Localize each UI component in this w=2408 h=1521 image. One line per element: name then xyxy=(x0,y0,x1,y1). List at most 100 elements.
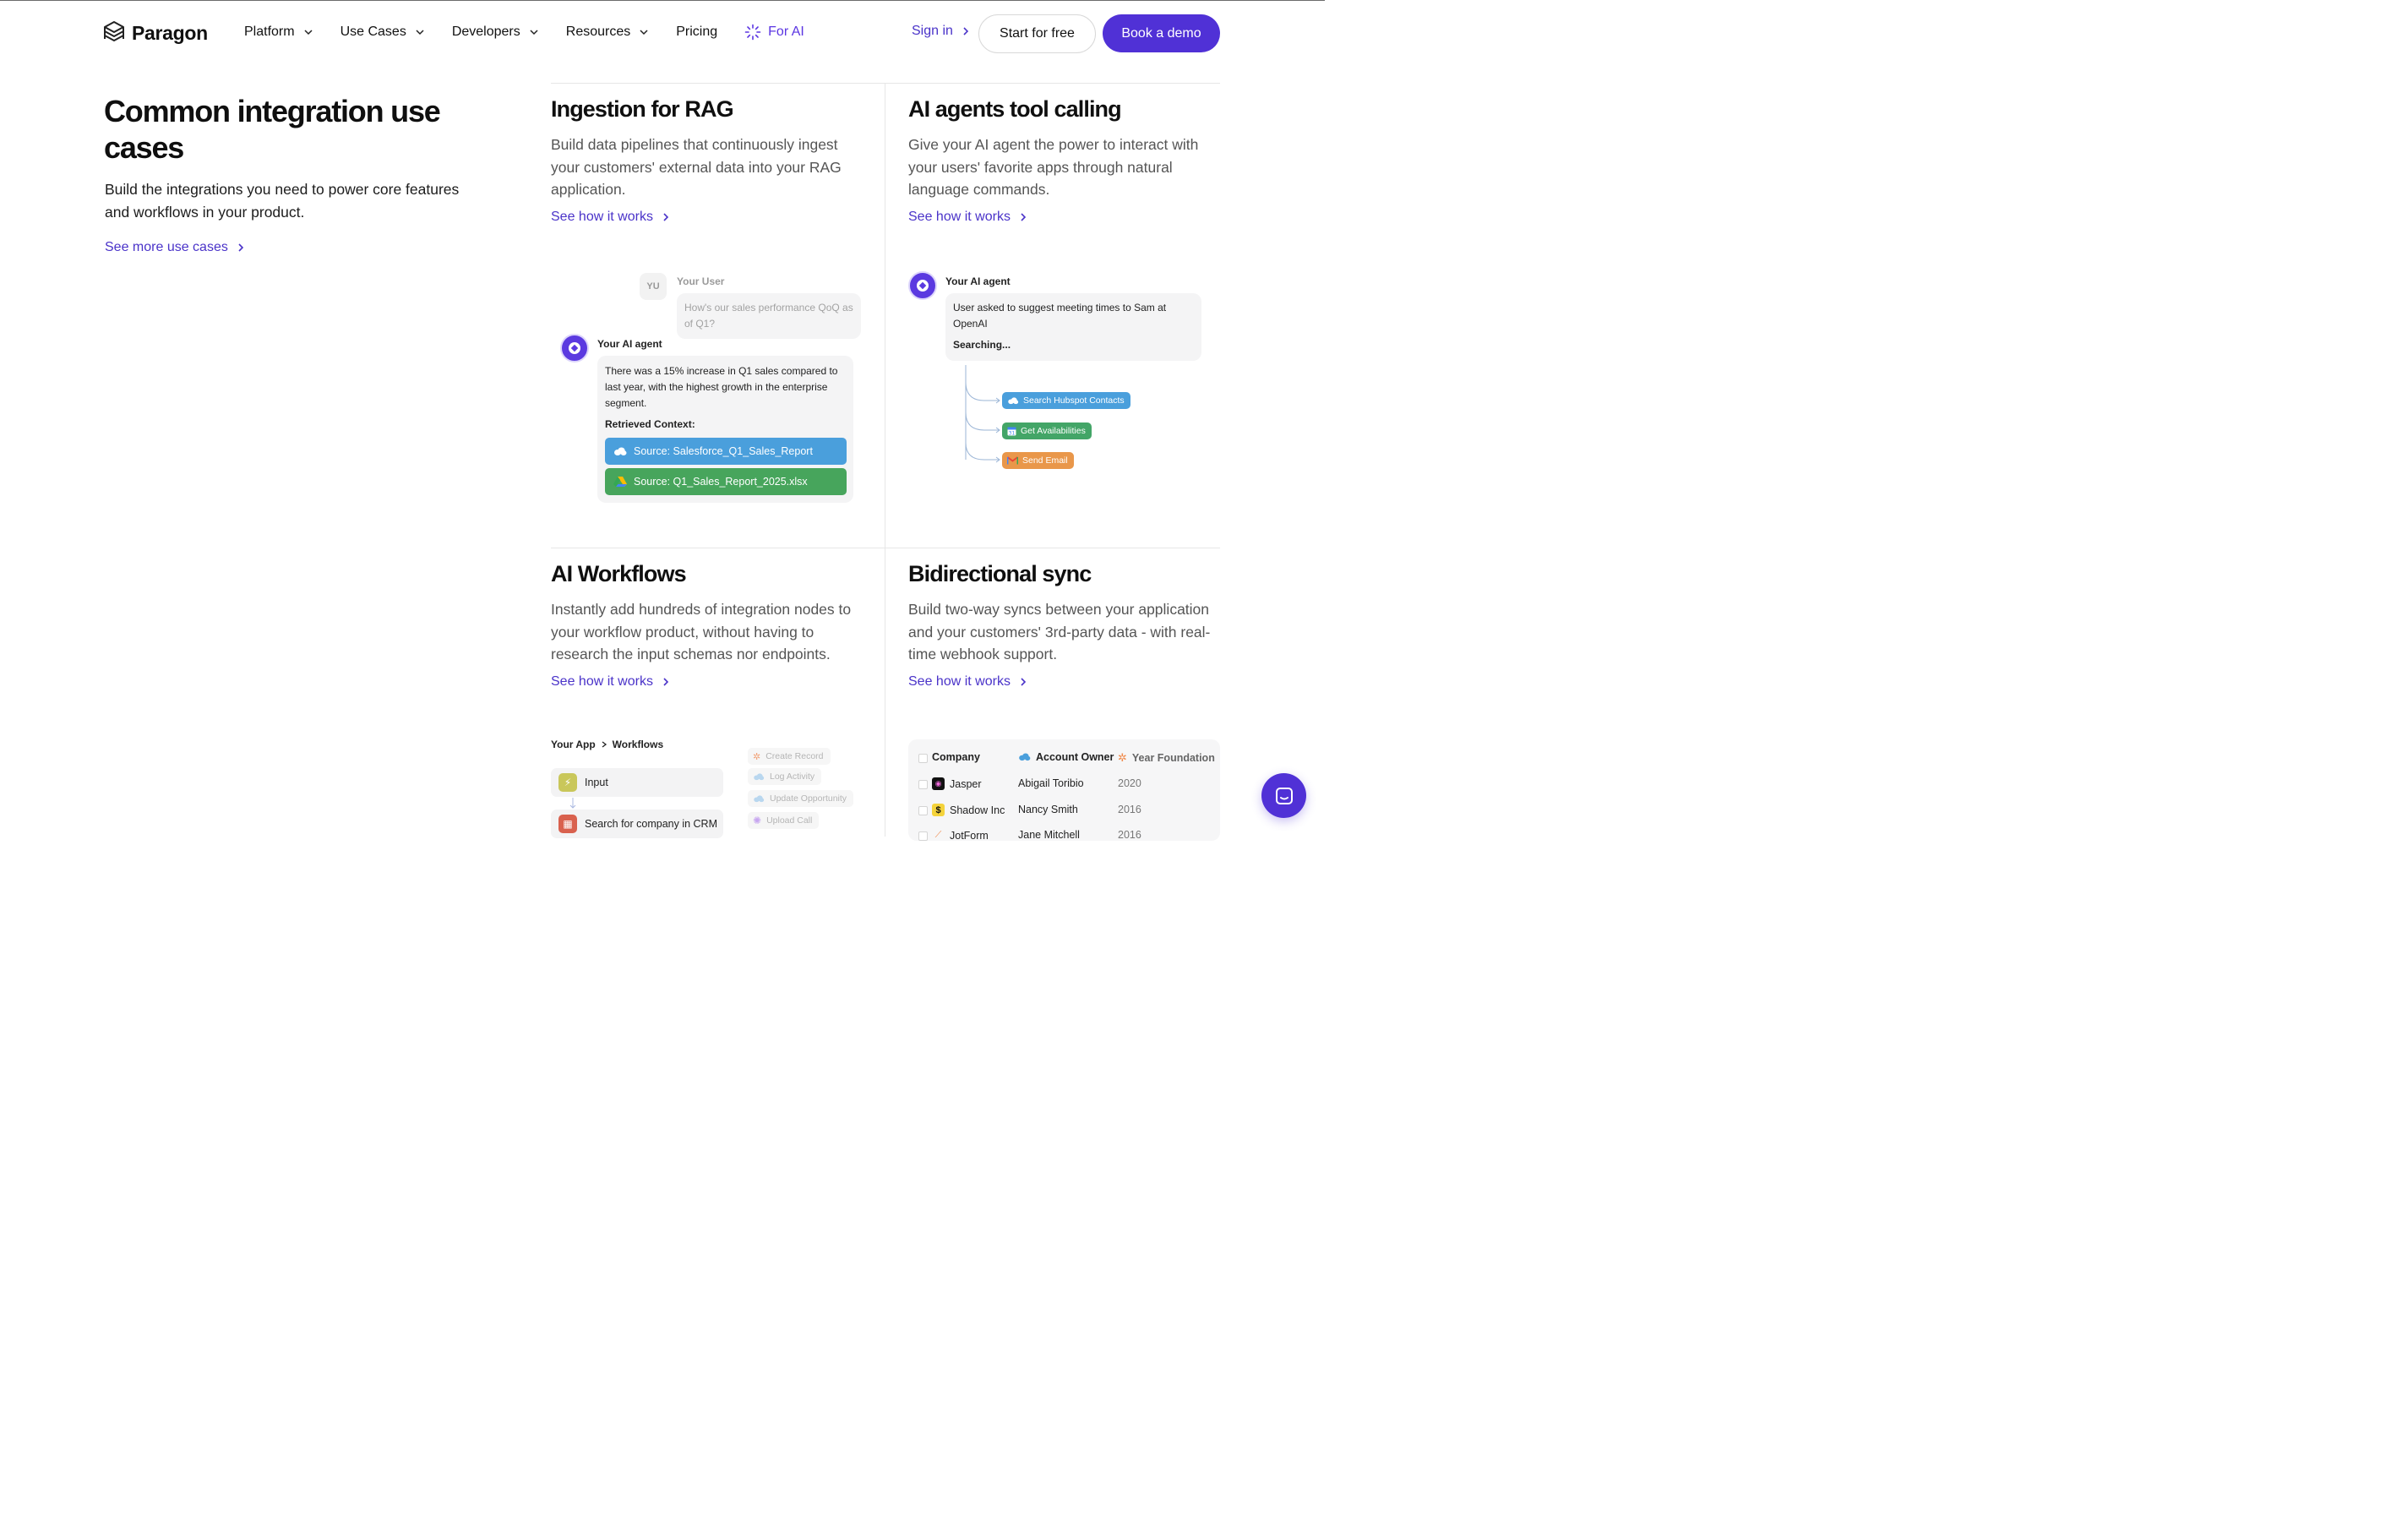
tool-send-email[interactable]: Send Email xyxy=(1002,452,1074,469)
shadow-logo-icon: $ xyxy=(932,804,945,816)
see-more-use-cases-link[interactable]: See more use cases xyxy=(105,240,245,255)
ghost-action-create-record: ✲ Create Record xyxy=(748,748,831,765)
tool-get-availabilities[interactable]: 31 Get Availabilities xyxy=(1002,422,1092,439)
paragon-logo-icon xyxy=(104,21,124,41)
chat-launcher-button[interactable] xyxy=(1261,773,1306,818)
row-company: ◉ Jasper xyxy=(932,777,982,790)
company-name: Shadow Inc xyxy=(950,804,1005,816)
section-description: Build the integrations you need to power… xyxy=(105,181,460,221)
nav-item-use-cases[interactable]: Use Cases xyxy=(340,25,425,40)
section-title: Common integration use cases xyxy=(104,94,441,165)
agent-label: Your AI agent xyxy=(597,338,662,350)
node-connector-arrow xyxy=(569,798,576,809)
chevron-down-icon xyxy=(416,30,424,35)
agent-message: User asked to suggest meeting times to S… xyxy=(953,302,1167,330)
lightning-icon: ⚡ xyxy=(558,773,577,792)
agent-message: There was a 15% increase in Q1 sales com… xyxy=(605,365,838,409)
agents-see-how-link[interactable]: See how it works xyxy=(908,210,1027,225)
row-company: ⟋ JotForm xyxy=(932,829,989,842)
svg-text:31: 31 xyxy=(1009,430,1016,436)
nav-item-label: Resources xyxy=(565,25,631,39)
gmail-icon xyxy=(1007,456,1018,465)
row-year: 2016 xyxy=(1118,829,1141,841)
grid-divider-top xyxy=(551,83,1220,84)
card-description-rag: Build data pipelines that continuously i… xyxy=(551,136,842,198)
row-checkbox[interactable] xyxy=(918,806,928,815)
tool-label: Get Availabilities xyxy=(1021,426,1086,436)
card-title-rag: Ingestion for RAG xyxy=(551,96,734,122)
nav-item-developers[interactable]: Developers xyxy=(452,25,539,40)
ghost-label: Upload Call xyxy=(766,815,813,826)
select-all-checkbox[interactable] xyxy=(918,754,928,763)
chat-bubble-icon xyxy=(1275,787,1293,804)
chevron-right-icon xyxy=(602,741,607,748)
sync-see-how-link[interactable]: See how it works xyxy=(908,674,1027,690)
start-for-free-button[interactable]: Start for free xyxy=(978,14,1096,53)
agent-label: Your AI agent xyxy=(945,275,1011,287)
user-label: Your User xyxy=(677,275,725,287)
jasper-logo-icon: ◉ xyxy=(932,777,945,790)
tool-search-hubspot[interactable]: Search Hubspot Contacts xyxy=(1002,392,1130,409)
card-title-workflows: AI Workflows xyxy=(551,561,687,586)
ghost-action-update-opportunity: Update Opportunity xyxy=(748,790,854,807)
logo[interactable]: Paragon xyxy=(103,20,208,46)
nav-item-platform[interactable]: Platform xyxy=(244,25,313,40)
chevron-right-icon xyxy=(663,678,669,686)
chevron-right-icon xyxy=(963,27,969,35)
crm-grid-icon: ▦ xyxy=(558,815,577,833)
chevron-down-icon xyxy=(530,30,538,35)
breadcrumb-app[interactable]: Your App xyxy=(551,739,596,750)
row-year: 2016 xyxy=(1118,804,1141,815)
ghost-label: Update Opportunity xyxy=(770,793,847,804)
row-year: 2020 xyxy=(1118,777,1141,789)
header-label: Account Owner xyxy=(1036,751,1114,763)
node-label: Input xyxy=(585,777,608,788)
google-drive-icon xyxy=(613,477,627,487)
source-google-drive[interactable]: Source: Q1_Sales_Report_2025.xlsx xyxy=(605,468,847,495)
nav-item-resources[interactable]: Resources xyxy=(566,25,649,40)
link-label: See how it works xyxy=(551,210,653,224)
source-label: Source: Salesforce_Q1_Sales_Report xyxy=(634,445,813,457)
tool-connector-lines xyxy=(965,365,1000,463)
book-demo-button[interactable]: Book a demo xyxy=(1103,14,1220,52)
workflows-see-how-link[interactable]: See how it works xyxy=(551,674,670,690)
hubspot-icon: ✲ xyxy=(1118,751,1127,764)
ghost-action-upload-call: ✺ Upload Call xyxy=(748,812,820,829)
link-label: See how it works xyxy=(908,210,1011,224)
retrieved-context-label: Retrieved Context: xyxy=(605,418,695,430)
column-header-year-foundation: ✲ Year Foundation xyxy=(1118,751,1215,765)
workflow-node-search-crm[interactable]: ▦ Search for company in CRM xyxy=(551,810,723,838)
ghost-action-log-activity: Log Activity xyxy=(748,768,822,785)
sync-table-mockup: Company Account Owner ✲ Year Foundation … xyxy=(908,739,1220,841)
workflow-node-input[interactable]: ⚡ Input xyxy=(551,768,723,797)
sign-in-link[interactable]: Sign in xyxy=(912,24,970,39)
salesforce-cloud-icon xyxy=(1019,753,1031,761)
row-company: $ Shadow Inc xyxy=(932,804,1005,816)
nav-item-label: Developers xyxy=(451,25,520,39)
chevron-right-icon xyxy=(663,213,669,221)
row-checkbox[interactable] xyxy=(918,780,928,789)
row-checkbox[interactable] xyxy=(918,831,928,841)
company-name: Jasper xyxy=(950,777,982,790)
breadcrumb-workflows[interactable]: Workflows xyxy=(613,739,663,750)
nav-item-label: Use Cases xyxy=(340,25,406,39)
source-salesforce[interactable]: Source: Salesforce_Q1_Sales_Report xyxy=(605,438,847,465)
nav-item-label: For AI xyxy=(768,25,804,39)
sign-in-label: Sign in xyxy=(912,24,953,38)
link-label: See more use cases xyxy=(105,240,228,254)
nav-item-pricing[interactable]: Pricing xyxy=(676,25,717,40)
row-owner: Nancy Smith xyxy=(1018,804,1078,815)
ghost-label: Create Record xyxy=(765,751,824,761)
link-label: See how it works xyxy=(908,674,1011,689)
nav-item-for-ai[interactable]: For AI xyxy=(744,24,804,41)
card-title-sync: Bidirectional sync xyxy=(908,561,1092,586)
tool-label: Search Hubspot Contacts xyxy=(1023,395,1125,406)
gong-icon: ✺ xyxy=(753,815,762,826)
card-title-agents: AI agents tool calling xyxy=(908,96,1122,122)
rag-see-how-link[interactable]: See how it works xyxy=(551,210,670,225)
row-owner: Abigail Toribio xyxy=(1018,777,1084,789)
agent-status: Searching... xyxy=(953,339,1011,351)
nav-item-label: Pricing xyxy=(676,25,718,39)
salesforce-cloud-icon xyxy=(754,794,765,802)
chevron-right-icon xyxy=(1021,213,1027,221)
